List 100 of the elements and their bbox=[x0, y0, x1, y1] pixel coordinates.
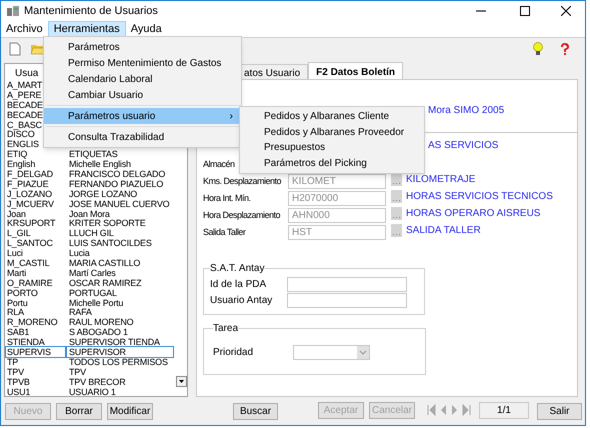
link-text[interactable]: SALIDA TALLER bbox=[406, 223, 481, 238]
table-cell-text: M_CASTIL bbox=[6, 258, 50, 268]
menu-entry[interactable]: Pedidos y Albaranes Proveedor bbox=[240, 124, 424, 140]
table-cell-text: SAB1 bbox=[6, 327, 30, 338]
field-label: Almacén bbox=[203, 158, 235, 168]
record-counter: 1/1 bbox=[479, 402, 529, 418]
help-icon[interactable] bbox=[559, 42, 571, 56]
link-text[interactable]: HORAS OPERARO AISREUS bbox=[406, 206, 540, 221]
table-cell-text: FERNANDO PIAZUELO bbox=[68, 178, 164, 189]
table-cell-text: TODOS LOS PERMISOS bbox=[68, 356, 169, 367]
table-cell-text: Lucia bbox=[68, 248, 91, 258]
app-icon bbox=[7, 6, 19, 16]
table-cell-text: F_PIAZUE bbox=[6, 178, 48, 189]
group-title: Tarea bbox=[213, 322, 238, 336]
group-title: S.A.T. Antay bbox=[210, 262, 264, 276]
table-cell-text: DISCO bbox=[6, 129, 35, 140]
table-cell-text: RAUL MORENO bbox=[68, 317, 134, 328]
link-text[interactable]: HORAS SERVICIOS TECNICOS bbox=[406, 189, 553, 204]
menu-entry[interactable]: Cambiar Usuario bbox=[44, 87, 241, 103]
table-cell-text: KRSUPORT bbox=[6, 218, 56, 228]
browse-button[interactable] bbox=[390, 207, 402, 220]
table-cell-text: Joan Mora bbox=[68, 208, 111, 218]
table-cell-text: OSCAR RAMIREZ bbox=[68, 278, 142, 288]
menu-entry[interactable]: Parámetros usuario › bbox=[44, 108, 241, 124]
table-cell-text: TP bbox=[6, 356, 20, 367]
table-cell-text: STIENDA bbox=[6, 337, 46, 348]
menu-entry[interactable]: Pedidos y Albaranes Cliente bbox=[240, 109, 424, 124]
table-cell-text: English bbox=[6, 159, 36, 170]
tab[interactable]: F2 Datos Boletín bbox=[308, 62, 404, 79]
table-cell-text: PORTO bbox=[6, 288, 38, 298]
link-text[interactable]: KILOMETRAJE bbox=[406, 172, 476, 187]
table-cell-text: SUPERVISOR TIENDA bbox=[68, 337, 161, 348]
field-label: Salida Taller bbox=[203, 226, 246, 236]
chevron-down-icon[interactable] bbox=[357, 346, 369, 359]
table-cell-text: Marti bbox=[6, 268, 26, 278]
table-cell-text: USU1 bbox=[6, 386, 32, 396]
new-file-icon[interactable] bbox=[9, 42, 21, 56]
menu-entry[interactable]: Consulta Trazabilidad bbox=[44, 129, 241, 145]
action-button[interactable]: Modificar bbox=[107, 403, 153, 420]
table-cell-text: A_PERE bbox=[6, 90, 42, 100]
table-cell-text: BECADE bbox=[6, 110, 44, 120]
table-cell-text: MARIA CASTILLO bbox=[68, 258, 142, 268]
exit-button[interactable]: Salir bbox=[537, 403, 582, 420]
menu-entry[interactable]: Presupuestos bbox=[240, 140, 424, 156]
table-cell-text: FRANCISCO DELGADO bbox=[68, 169, 166, 179]
input-field[interactable] bbox=[287, 292, 407, 308]
field-label: Usuario Antay bbox=[210, 294, 274, 308]
table-cell-text: BECADE bbox=[6, 100, 44, 110]
field-label: Prioridad bbox=[213, 346, 254, 360]
menu-entry[interactable]: Parámetros bbox=[44, 39, 241, 55]
table-cell-text: R_MORENO bbox=[6, 317, 58, 328]
table-cell-text: LLUCH GIL bbox=[68, 228, 115, 238]
table-cell-text: F_DELGAD bbox=[6, 169, 54, 179]
record-navigation-icon[interactable] bbox=[427, 404, 471, 416]
menu-item[interactable]: Ayuda bbox=[126, 20, 167, 38]
table-cell-text: Luci bbox=[6, 248, 24, 258]
input-field[interactable] bbox=[287, 276, 407, 292]
browse-button[interactable] bbox=[390, 190, 402, 203]
table-cell-text: USUARIO 1 bbox=[68, 386, 117, 396]
table-cell-text: ENGLIS bbox=[6, 139, 40, 150]
close-icon[interactable] bbox=[561, 6, 571, 16]
table-cell-text: Joan bbox=[6, 208, 26, 218]
window-title: Mantenimiento de Usuarios bbox=[24, 4, 158, 19]
action-button[interactable]: Borrar bbox=[56, 403, 102, 420]
column-header[interactable]: Usua bbox=[15, 68, 38, 80]
table-cell-text: TPV bbox=[68, 366, 87, 377]
table-cell-text: TPV BRECOR bbox=[68, 376, 127, 387]
table-cell: SUPERVISOR bbox=[67, 347, 173, 357]
table-cell-text: S ABOGADO 1 bbox=[68, 327, 129, 338]
table-cell-text: KRITER SOPORTE bbox=[68, 218, 147, 228]
field-label: Kms. Desplazamiento bbox=[203, 176, 282, 186]
field-label: Hora Int. Mín. bbox=[203, 192, 251, 202]
link-text[interactable]: AS SERVICIOS bbox=[428, 138, 498, 153]
table-cell-text: ETIQUETAS bbox=[68, 149, 119, 160]
browse-button[interactable] bbox=[390, 173, 402, 186]
lightbulb-icon[interactable] bbox=[532, 42, 544, 56]
menu-entry[interactable]: Parámetros del Picking bbox=[240, 156, 424, 171]
table-cell-text: J_LOZANO bbox=[6, 188, 53, 199]
table-cell-text: Martí Carles bbox=[68, 268, 117, 278]
field-label: Hora Desplazamiento bbox=[203, 210, 280, 220]
table-cell-text: O_RAMIRE bbox=[6, 278, 54, 288]
table-cell-text: Portu bbox=[6, 298, 29, 308]
field-label: Id de la PDA bbox=[210, 278, 268, 292]
table-cell-text: PORTUGAL bbox=[68, 288, 118, 298]
link-text[interactable]: Mora SIMO 2005 bbox=[428, 103, 504, 118]
table-cell-text: JOSE MANUEL CUERVO bbox=[68, 198, 170, 209]
table-cell-text: RLA bbox=[6, 307, 25, 318]
table-cell-text: L_SANTOC bbox=[6, 238, 54, 248]
table-cell-text: ETIQ bbox=[6, 149, 28, 160]
table-cell: SUPERVIS bbox=[6, 347, 65, 357]
table-cell-text: Michelle Portu bbox=[68, 298, 124, 308]
table-cell-text: JORGE LOZANO bbox=[68, 188, 138, 199]
table-cell-text: Michelle English bbox=[68, 159, 132, 170]
menu-item[interactable]: Archivo bbox=[1, 20, 48, 38]
browse-button[interactable] bbox=[390, 224, 402, 237]
maximize-icon[interactable] bbox=[520, 6, 530, 16]
search-button[interactable]: Buscar bbox=[233, 403, 278, 420]
dropdown-field[interactable] bbox=[293, 345, 370, 360]
folder-icon[interactable] bbox=[31, 43, 45, 55]
table-cell-text: L_GIL bbox=[6, 228, 32, 238]
